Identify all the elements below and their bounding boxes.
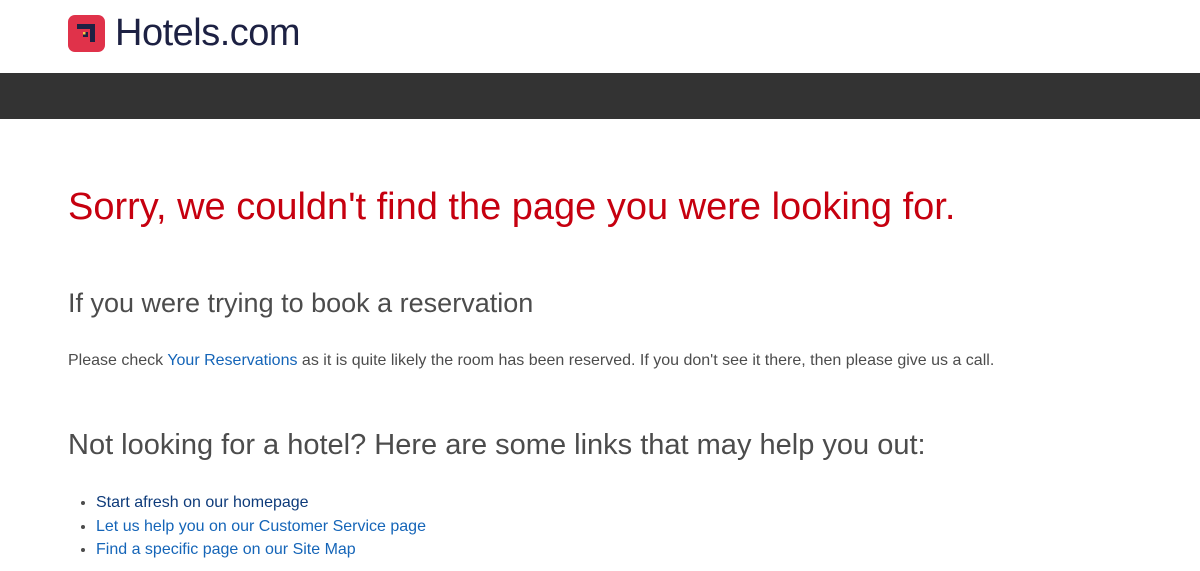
your-reservations-link[interactable]: Your Reservations [167, 352, 297, 369]
hotels-logo-link[interactable]: Hotels.com [68, 12, 301, 54]
reservation-heading: If you were trying to book a reservation [68, 288, 534, 318]
hotels-logo-icon [68, 14, 105, 52]
help-heading: Not looking for a hotel? Here are some l… [68, 429, 926, 461]
site-header: Hotels.com [0, 0, 1200, 73]
reservation-message: Please check Your Reservations as it is … [68, 352, 994, 370]
customer-service-link[interactable]: Let us help you on our Customer Service … [96, 518, 426, 535]
brand-name: Hotels.com [115, 12, 301, 54]
list-item: Start afresh on our homepage [96, 491, 426, 515]
reservation-text-before: Please check [68, 352, 168, 369]
homepage-link[interactable]: Start afresh on our homepage [96, 494, 309, 511]
list-item: Find a specific page on our Site Map [96, 538, 426, 562]
site-map-link[interactable]: Find a specific page on our Site Map [96, 541, 356, 558]
list-item: Let us help you on our Customer Service … [96, 515, 426, 539]
error-title: Sorry, we couldn't find the page you wer… [68, 186, 956, 228]
reservation-text-after: as it is quite likely the room has been … [297, 352, 995, 369]
nav-bar [0, 73, 1200, 119]
help-links-list: Start afresh on our homepage Let us help… [68, 491, 426, 562]
